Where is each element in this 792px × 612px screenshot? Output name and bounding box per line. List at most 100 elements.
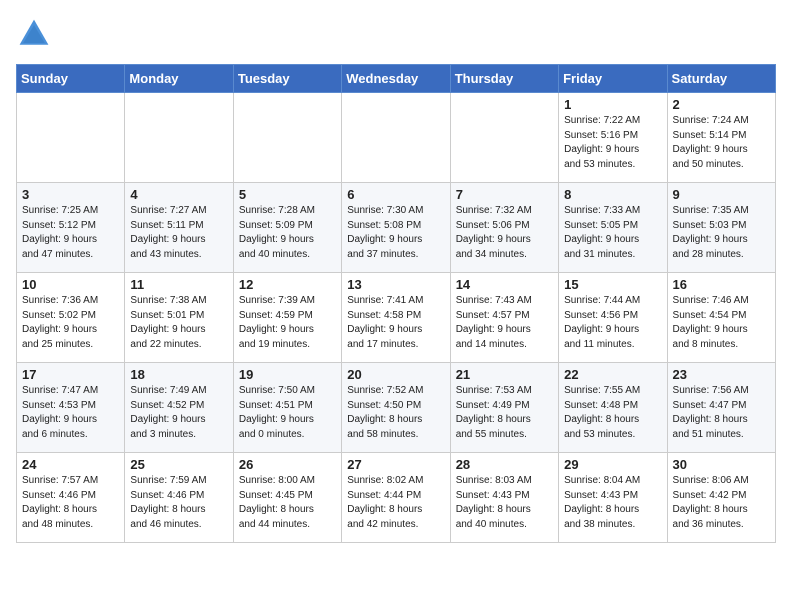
day-info: Sunrise: 7:33 AM Sunset: 5:05 PM Dayligh… [564,204,661,262]
day-info: Sunrise: 7:30 AM Sunset: 5:08 PM Dayligh… [347,204,444,262]
day-info: Sunrise: 7:28 AM Sunset: 5:09 PM Dayligh… [239,204,336,262]
day-number: 20 [347,367,444,382]
calendar-cell [450,93,558,183]
calendar-cell: 5Sunrise: 7:28 AM Sunset: 5:09 PM Daylig… [233,183,341,273]
day-number: 12 [239,277,336,292]
calendar-week-row: 17Sunrise: 7:47 AM Sunset: 4:53 PM Dayli… [17,363,776,453]
day-number: 9 [673,187,770,202]
day-number: 3 [22,187,119,202]
calendar-cell [125,93,233,183]
calendar-cell: 27 Sunrise: 8:02 AM Sunset: 4:44 PM Dayli… [342,453,450,543]
page-header [16,16,776,52]
day-info: Sunrise: 7:59 AM Sunset: 4:46 PM Dayligh… [130,474,227,532]
day-number: 10 [22,277,119,292]
calendar-cell: 19 Sunrise: 7:50 AM Sunset: 4:51 PM Dayli… [233,363,341,453]
calendar-cell: 21 Sunrise: 7:53 AM Sunset: 4:49 PM Dayli… [450,363,558,453]
calendar-cell: 11 Sunrise: 7:38 AM Sunset: 5:01 PM Dayli… [125,273,233,363]
calendar-cell: 9 Sunrise: 7:35 AM Sunset: 5:03 PM Daylig… [667,183,775,273]
calendar-cell: 18 Sunrise: 7:49 AM Sunset: 4:52 PM Dayli… [125,363,233,453]
calendar-week-row: 3 Sunrise: 7:25 AM Sunset: 5:12 PM Daylig… [17,183,776,273]
day-number: 28 [456,457,553,472]
calendar-cell: 10 Sunrise: 7:36 AM Sunset: 5:02 PM Dayli… [17,273,125,363]
day-number: 1 [564,97,661,112]
calendar-week-row: 10 Sunrise: 7:36 AM Sunset: 5:02 PM Dayli… [17,273,776,363]
calendar-cell: 24 Sunrise: 7:57 AM Sunset: 4:46 PM Dayli… [17,453,125,543]
day-number: 30 [673,457,770,472]
day-number: 7 [456,187,553,202]
weekday-header: Monday [125,65,233,93]
day-number: 22 [564,367,661,382]
day-info: Sunrise: 7:35 AM Sunset: 5:03 PM Dayligh… [673,204,770,262]
calendar-cell: 30Sunrise: 8:06 AM Sunset: 4:42 PM Dayli… [667,453,775,543]
day-info: Sunrise: 7:49 AM Sunset: 4:52 PM Dayligh… [130,384,227,442]
day-number: 29 [564,457,661,472]
calendar-cell: 6Sunrise: 7:30 AM Sunset: 5:08 PM Daylig… [342,183,450,273]
day-info: Sunrise: 7:24 AM Sunset: 5:14 PM Dayligh… [673,114,770,172]
calendar-cell: 20 Sunrise: 7:52 AM Sunset: 4:50 PM Dayli… [342,363,450,453]
weekday-header: Sunday [17,65,125,93]
day-number: 21 [456,367,553,382]
day-info: Sunrise: 7:44 AM Sunset: 4:56 PM Dayligh… [564,294,661,352]
day-number: 23 [673,367,770,382]
calendar-cell: 14Sunrise: 7:43 AM Sunset: 4:57 PM Dayli… [450,273,558,363]
day-info: Sunrise: 7:25 AM Sunset: 5:12 PM Dayligh… [22,204,119,262]
calendar-cell: 29 Sunrise: 8:04 AM Sunset: 4:43 PM Dayli… [559,453,667,543]
calendar-cell: 28 Sunrise: 8:03 AM Sunset: 4:43 PM Dayli… [450,453,558,543]
calendar-week-row: 1 Sunrise: 7:22 AM Sunset: 5:16 PM Daylig… [17,93,776,183]
weekday-header: Wednesday [342,65,450,93]
calendar-cell: 4 Sunrise: 7:27 AM Sunset: 5:11 PM Daylig… [125,183,233,273]
day-info: Sunrise: 8:00 AM Sunset: 4:45 PM Dayligh… [239,474,336,532]
calendar-cell [342,93,450,183]
calendar-cell: 25Sunrise: 7:59 AM Sunset: 4:46 PM Dayli… [125,453,233,543]
calendar-week-row: 24 Sunrise: 7:57 AM Sunset: 4:46 PM Dayli… [17,453,776,543]
day-info: Sunrise: 7:32 AM Sunset: 5:06 PM Dayligh… [456,204,553,262]
day-number: 18 [130,367,227,382]
day-info: Sunrise: 7:55 AM Sunset: 4:48 PM Dayligh… [564,384,661,442]
day-info: Sunrise: 7:56 AM Sunset: 4:47 PM Dayligh… [673,384,770,442]
calendar-cell: 23 Sunrise: 7:56 AM Sunset: 4:47 PM Dayli… [667,363,775,453]
day-info: Sunrise: 7:27 AM Sunset: 5:11 PM Dayligh… [130,204,227,262]
day-number: 11 [130,277,227,292]
day-info: Sunrise: 8:02 AM Sunset: 4:44 PM Dayligh… [347,474,444,532]
day-number: 26 [239,457,336,472]
logo [16,16,58,52]
day-number: 4 [130,187,227,202]
day-number: 8 [564,187,661,202]
calendar-cell: 17Sunrise: 7:47 AM Sunset: 4:53 PM Dayli… [17,363,125,453]
weekday-row: SundayMondayTuesdayWednesdayThursdayFrid… [17,65,776,93]
calendar-cell: 7 Sunrise: 7:32 AM Sunset: 5:06 PM Daylig… [450,183,558,273]
calendar-cell: 8 Sunrise: 7:33 AM Sunset: 5:05 PM Daylig… [559,183,667,273]
day-info: Sunrise: 7:57 AM Sunset: 4:46 PM Dayligh… [22,474,119,532]
calendar-body: 1 Sunrise: 7:22 AM Sunset: 5:16 PM Daylig… [17,93,776,543]
day-number: 27 [347,457,444,472]
day-number: 13 [347,277,444,292]
calendar-cell: 16 Sunrise: 7:46 AM Sunset: 4:54 PM Dayli… [667,273,775,363]
calendar-cell: 3 Sunrise: 7:25 AM Sunset: 5:12 PM Daylig… [17,183,125,273]
day-number: 17 [22,367,119,382]
day-number: 16 [673,277,770,292]
day-info: Sunrise: 7:39 AM Sunset: 4:59 PM Dayligh… [239,294,336,352]
calendar-cell: 15 Sunrise: 7:44 AM Sunset: 4:56 PM Dayli… [559,273,667,363]
day-info: Sunrise: 7:22 AM Sunset: 5:16 PM Dayligh… [564,114,661,172]
day-info: Sunrise: 8:03 AM Sunset: 4:43 PM Dayligh… [456,474,553,532]
calendar-cell [17,93,125,183]
day-info: Sunrise: 7:52 AM Sunset: 4:50 PM Dayligh… [347,384,444,442]
day-number: 24 [22,457,119,472]
day-info: Sunrise: 7:50 AM Sunset: 4:51 PM Dayligh… [239,384,336,442]
weekday-header: Friday [559,65,667,93]
calendar-header: SundayMondayTuesdayWednesdayThursdayFrid… [17,65,776,93]
day-info: Sunrise: 7:38 AM Sunset: 5:01 PM Dayligh… [130,294,227,352]
weekday-header: Tuesday [233,65,341,93]
calendar-cell: 26 Sunrise: 8:00 AM Sunset: 4:45 PM Dayli… [233,453,341,543]
day-info: Sunrise: 7:41 AM Sunset: 4:58 PM Dayligh… [347,294,444,352]
day-info: Sunrise: 8:04 AM Sunset: 4:43 PM Dayligh… [564,474,661,532]
calendar-cell: 1 Sunrise: 7:22 AM Sunset: 5:16 PM Daylig… [559,93,667,183]
calendar-cell: 13 Sunrise: 7:41 AM Sunset: 4:58 PM Dayli… [342,273,450,363]
calendar-cell: 12 Sunrise: 7:39 AM Sunset: 4:59 PM Dayli… [233,273,341,363]
day-number: 2 [673,97,770,112]
day-number: 19 [239,367,336,382]
day-info: Sunrise: 7:46 AM Sunset: 4:54 PM Dayligh… [673,294,770,352]
day-info: Sunrise: 7:36 AM Sunset: 5:02 PM Dayligh… [22,294,119,352]
day-number: 15 [564,277,661,292]
day-info: Sunrise: 7:53 AM Sunset: 4:49 PM Dayligh… [456,384,553,442]
